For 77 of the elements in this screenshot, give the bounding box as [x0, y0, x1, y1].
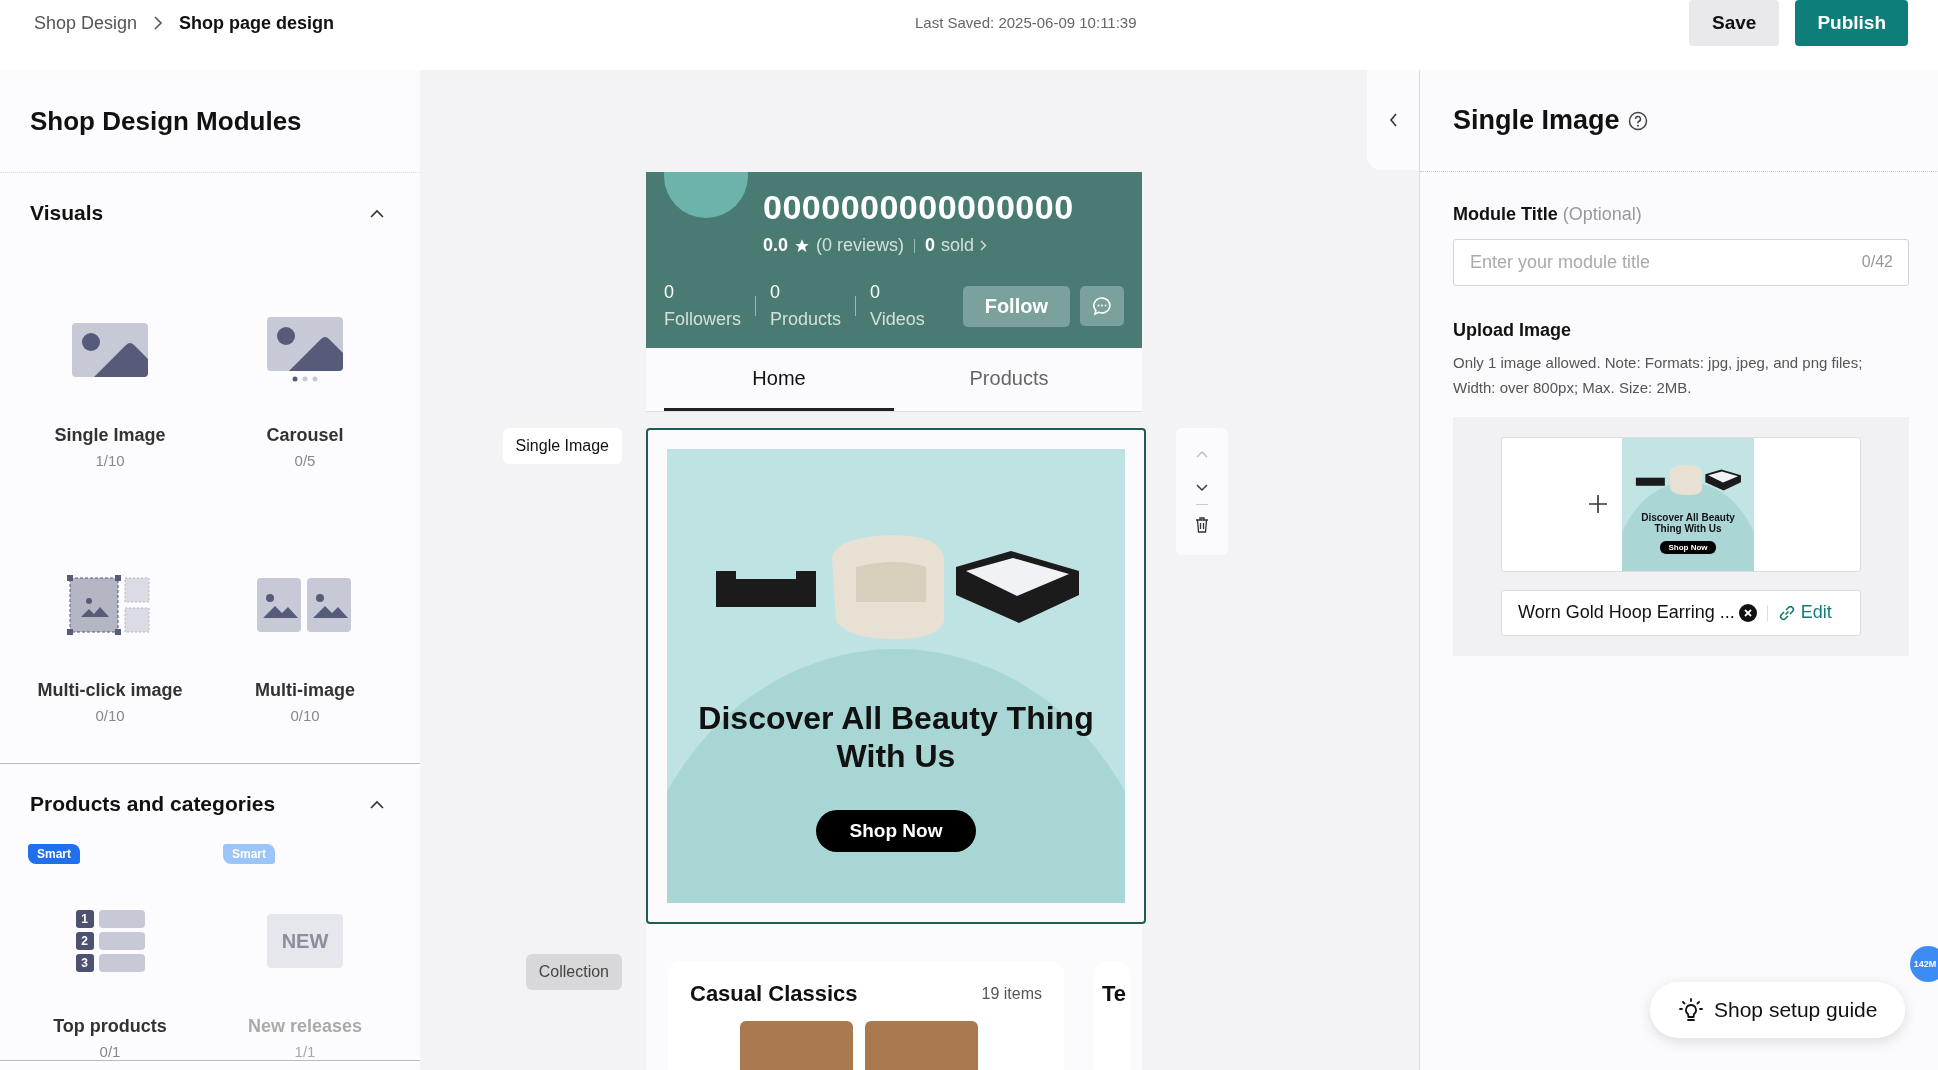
chevron-up-icon[interactable] — [370, 208, 384, 218]
clear-icon[interactable] — [1738, 603, 1757, 622]
reviews-count: (0 reviews) — [816, 235, 905, 256]
collection-card[interactable]: Te — [1094, 961, 1131, 1070]
tab[interactable]: Home — [664, 348, 894, 411]
panel-title: Single Image — [1453, 105, 1620, 136]
module-name: Multi-click image — [37, 680, 183, 701]
stat-label: Followers — [664, 309, 742, 330]
stat-label: Videos — [870, 309, 925, 330]
section-title: Products and categories — [30, 792, 276, 816]
shop-name: 0000000000000000 — [763, 188, 1074, 227]
optional-hint: (Optional) — [1562, 204, 1642, 225]
setup-guide-button[interactable]: Shop setup guide — [1650, 982, 1906, 1038]
carousel-icon[interactable] — [267, 317, 343, 383]
trash-icon[interactable] — [1195, 517, 1209, 533]
image-thumbnail[interactable]: Discover All Beauty Thing With Us Shop Now — [1622, 437, 1754, 571]
upload-note: Only 1 image allowed. Note: Formats: jpg, jpeg, and png files; Width: over 800px; Max. Size: 2MB. — [1453, 353, 1864, 398]
module-count: 0/10 — [95, 707, 125, 724]
breadcrumb-link[interactable]: Shop page design — [179, 0, 335, 46]
image-icon[interactable] — [72, 323, 148, 377]
stat-value: 0 — [870, 282, 882, 303]
module-frame[interactable]: Discover All Beauty Thing With Us Shop Now — [646, 428, 1146, 924]
publish-button[interactable]: Publish — [1795, 0, 1908, 46]
lightbulb-icon — [1678, 997, 1704, 1023]
edit-link[interactable]: Edit — [1777, 602, 1832, 623]
section-title: Visuals — [30, 201, 104, 225]
module-count: 1/10 — [95, 452, 125, 469]
collection-title: Te — [1102, 981, 1127, 1007]
multi-click-image-icon[interactable] — [67, 575, 153, 635]
chat-bubble-icon — [1092, 296, 1112, 316]
link-text: Worn Gold Hoop Earring ... — [1518, 602, 1735, 623]
stat-value: 0 — [770, 282, 782, 303]
banner-headline: Discover All Beauty Thing With Us — [1640, 511, 1736, 535]
chevron-down-icon[interactable] — [1196, 484, 1208, 492]
field-label: Module Title — [1453, 204, 1558, 225]
field-label: Upload Image — [1453, 320, 1573, 341]
module-name: Single Image — [54, 425, 166, 446]
chevron-right-icon — [153, 16, 164, 30]
module-count: 0/1 — [99, 1043, 121, 1060]
chevron-right-icon[interactable] — [980, 240, 988, 251]
module-label[interactable]: Collection — [525, 954, 622, 990]
panel-title: Shop Design Modules — [30, 105, 302, 137]
rating-value: 0.0 — [763, 235, 789, 256]
stat-label: Products — [770, 309, 842, 330]
shop-now-button: Shop Now — [815, 809, 977, 852]
chevron-left-icon — [1388, 113, 1398, 127]
module-name: Carousel — [266, 425, 344, 446]
collection-title: Casual Classics — [690, 981, 858, 1007]
module-name: Multi-image — [255, 680, 355, 701]
module-count: 0/5 — [294, 452, 316, 469]
module-name: New releases — [247, 1016, 363, 1037]
chat-button[interactable] — [1080, 286, 1124, 326]
module-name: Top products — [53, 1016, 167, 1037]
plus-icon[interactable] — [1588, 494, 1608, 514]
smart-badge: Smart — [223, 844, 275, 864]
banner-headline: Discover All Beauty Thing With Us — [697, 699, 1095, 776]
last-saved-text: Last Saved: 2025-06-09 10:11:39 — [915, 13, 1137, 33]
character-counter: 0/42 — [1861, 253, 1893, 271]
save-button[interactable]: Save — [1689, 0, 1780, 46]
memory-badge: 142M — [1910, 946, 1938, 982]
module-label[interactable]: Single Image — [502, 428, 622, 464]
help-icon[interactable] — [1627, 110, 1648, 131]
smart-badge: Smart — [28, 844, 80, 864]
tab[interactable]: Products — [894, 348, 1124, 411]
item-count: 19 items — [981, 985, 1042, 1003]
breadcrumb-link[interactable]: Shop Design — [34, 0, 138, 46]
sold-count: 0 — [925, 235, 936, 256]
stat-value: 0 — [664, 282, 675, 303]
module-count: 1/1 — [294, 1043, 316, 1060]
star-icon — [794, 237, 811, 254]
sold-label: sold — [941, 235, 975, 256]
module-count: 0/10 — [290, 707, 320, 724]
link-field[interactable]: Worn Gold Hoop Earring ... Edit — [1501, 589, 1861, 636]
link-icon — [1777, 603, 1796, 622]
multi-image-icon[interactable] — [257, 578, 353, 632]
collection-card[interactable]: Casual Classics 19 items — [668, 961, 1064, 1070]
chevron-up-icon[interactable] — [370, 799, 384, 809]
